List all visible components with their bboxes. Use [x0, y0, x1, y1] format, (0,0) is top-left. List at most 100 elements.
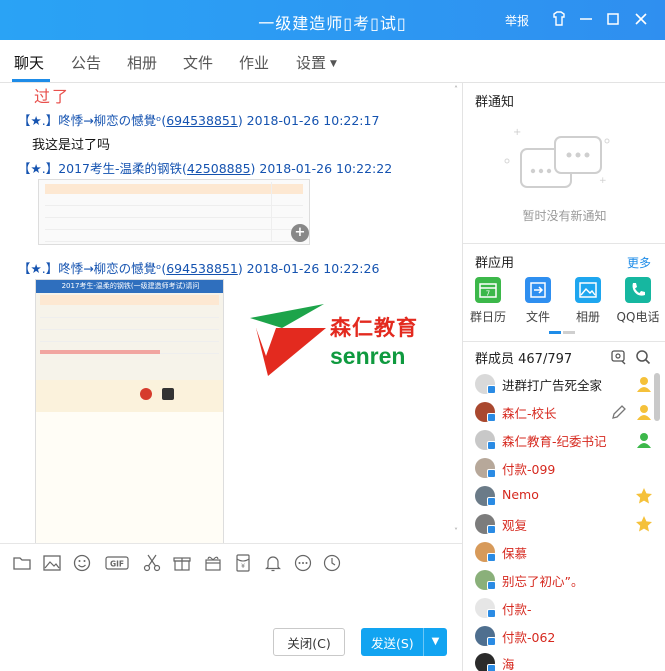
svg-text:+: + — [599, 176, 607, 186]
table-row — [45, 208, 303, 218]
sender-uid[interactable]: 694538851 — [166, 113, 238, 128]
member-row[interactable]: 进群打广告死全家 — [475, 372, 660, 396]
mobile-status-icon — [487, 525, 496, 534]
mobile-status-icon — [487, 413, 496, 422]
star-icon — [634, 514, 654, 534]
scroll-up-icon[interactable]: ˄ — [454, 85, 458, 94]
emblem-icon — [140, 388, 152, 400]
present-icon[interactable] — [203, 553, 223, 573]
message-time: 2018-01-26 10:22:17 — [246, 113, 380, 128]
member-name: 付款- — [502, 602, 532, 617]
tab-files[interactable]: 文件 — [183, 52, 213, 73]
message-header: 【★.】咚悸→柳恋の憾覺ᵒ(694538851) 2018-01-26 10:2… — [18, 113, 380, 128]
sender-name[interactable]: 2017考生-温柔的钢铁 — [58, 161, 182, 176]
tab-album[interactable]: 相册 — [127, 52, 157, 73]
police-icon — [162, 388, 174, 400]
sender-uid[interactable]: 42508885 — [187, 161, 251, 176]
tab-bar: 聊天 公告 相册 文件 作业 设置 ▼ — [0, 40, 665, 83]
caret-down-icon: ▼ — [330, 58, 337, 69]
app-qq-call[interactable]: QQ电话 — [613, 277, 663, 325]
close-button[interactable]: 关闭(C) — [273, 628, 345, 656]
tab-announcement[interactable]: 公告 — [71, 52, 101, 73]
message-input[interactable] — [10, 581, 450, 623]
active-tab-indicator — [12, 79, 50, 82]
calendar-icon: 7 — [475, 277, 501, 303]
mobile-status-icon — [487, 385, 496, 394]
sender-uid[interactable]: 694538851 — [166, 261, 238, 276]
close-icon[interactable] — [630, 8, 652, 30]
mobile-status-icon — [487, 664, 496, 671]
table-row — [45, 196, 303, 206]
sender-name[interactable]: 咚悸→柳恋の憾覺ᵒ — [58, 113, 161, 128]
table-row — [45, 220, 303, 230]
app-label: QQ电话 — [616, 310, 660, 324]
tab-settings[interactable]: 设置 ▼ — [296, 52, 337, 73]
emoji-icon[interactable] — [72, 553, 92, 573]
table-header — [45, 184, 303, 194]
red-packet-icon[interactable]: ¥ — [233, 553, 253, 573]
minimize-icon[interactable] — [575, 8, 597, 30]
member-name: 付款-062 — [502, 630, 556, 645]
skin-icon[interactable] — [548, 8, 570, 30]
notice-empty-text: 暂时没有新通知 — [522, 209, 607, 223]
member-row[interactable]: 森仁-校长 — [475, 400, 660, 424]
apps-more-link[interactable]: 更多 — [627, 254, 651, 271]
tab-homework[interactable]: 作业 — [239, 52, 269, 73]
more-icon[interactable] — [293, 553, 313, 573]
mobile-status-icon — [487, 441, 496, 450]
report-link[interactable]: 举报 — [505, 12, 529, 29]
app-file[interactable]: 文件 — [513, 277, 563, 325]
app-calendar[interactable]: 7 群日历 — [463, 277, 513, 325]
clock-icon[interactable] — [322, 553, 342, 573]
member-row[interactable]: 付款-062 — [475, 624, 660, 648]
member-name: 森仁-校长 — [502, 406, 557, 421]
member-name: 付款-099 — [502, 462, 556, 477]
member-row[interactable]: 保慕 — [475, 540, 660, 564]
chat-scrollbar[interactable]: ˄ ˅ — [452, 83, 462, 543]
tab-chat[interactable]: 聊天 — [14, 52, 44, 73]
app-label: 相册 — [575, 310, 600, 324]
image-score-screenshot[interactable]: 2017考生-温柔的钢铁(一级建造师考试)请问 — [35, 279, 224, 543]
member-row[interactable]: 付款- — [475, 596, 660, 620]
app-album[interactable]: 相册 — [563, 277, 613, 325]
admin-icon — [634, 402, 654, 422]
member-row[interactable]: 海 — [475, 651, 660, 671]
members-title: 群成员 467/797 — [475, 352, 573, 367]
bell-icon[interactable] — [263, 553, 283, 573]
zoom-in-icon[interactable]: + — [291, 224, 309, 242]
admin-green-icon — [634, 430, 654, 450]
message-header: 【★.】2017考生-温柔的钢铁(42508885) 2018-01-26 10… — [18, 161, 393, 176]
senren-logo: 森仁教育 senren — [248, 298, 423, 388]
image-score-table[interactable]: + — [38, 179, 310, 245]
mobile-status-icon — [487, 469, 496, 478]
logo-chinese-text: 森仁教育 — [330, 316, 418, 340]
handwriting-image: 过了 — [34, 87, 71, 106]
scissors-icon[interactable] — [142, 553, 162, 573]
member-list-scrollbar[interactable] — [654, 373, 660, 421]
member-row[interactable]: 森仁教育-纪委书记 — [475, 428, 660, 452]
member-row[interactable]: 付款-099 — [475, 456, 660, 480]
send-options-chevron-down-icon[interactable]: ▼ — [423, 628, 447, 656]
title-bar: 一级建造师▯考▯试▯ 举报 — [0, 0, 665, 40]
gift-box-icon[interactable] — [172, 553, 192, 573]
member-row[interactable]: 别忘了初心”。 — [475, 568, 660, 592]
image-icon[interactable] — [42, 553, 62, 573]
maximize-icon[interactable] — [602, 8, 624, 30]
message-header: 【★.】咚悸→柳恋の憾覺ᵒ(694538851) 2018-01-26 10:2… — [18, 261, 380, 276]
gif-icon[interactable]: GIF — [105, 553, 129, 573]
scroll-down-icon[interactable]: ˅ — [454, 527, 458, 536]
chat-messages[interactable]: 过了 【★.】咚悸→柳恋の憾覺ᵒ(694538851) 2018-01-26 1… — [0, 83, 462, 543]
gif-label: GIF — [110, 560, 124, 569]
edit-pencil-icon[interactable] — [610, 403, 628, 421]
member-name: 观复 — [502, 518, 528, 533]
folder-icon[interactable] — [12, 553, 32, 573]
member-tag: 【★.】 — [18, 113, 59, 128]
owner-crown-icon — [634, 374, 654, 394]
member-tag: 【★.】 — [18, 161, 59, 176]
member-row[interactable]: 观复 — [475, 512, 660, 536]
message-text: 我这是过了吗 — [32, 138, 111, 153]
member-search-icon[interactable] — [635, 349, 651, 365]
member-row[interactable]: Nemo — [475, 484, 660, 508]
member-manage-icon[interactable] — [611, 349, 627, 365]
sender-name[interactable]: 咚悸→柳恋の憾覺ᵒ — [58, 261, 161, 276]
